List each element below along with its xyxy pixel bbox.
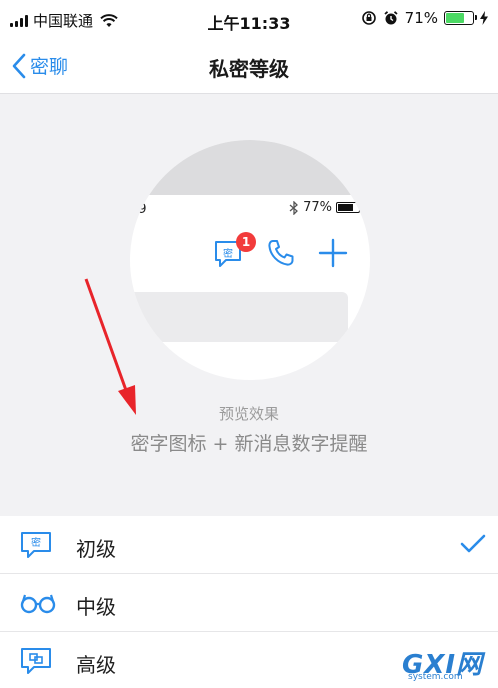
- glasses-icon: [20, 589, 56, 617]
- preview-time: 59: [130, 202, 147, 217]
- watermark-subtext: system.com: [408, 672, 463, 682]
- battery-icon: [444, 11, 477, 25]
- checkmark-icon: [460, 534, 486, 553]
- option-medium-label: 中级: [76, 595, 116, 619]
- status-bar: 中国联通 上午11:33 71%: [0, 0, 498, 40]
- unread-badge: 1: [236, 232, 256, 252]
- preview-toolbar: 密 1: [130, 232, 370, 272]
- option-medium[interactable]: 中级: [0, 574, 498, 632]
- battery-fill: [446, 13, 465, 23]
- option-basic-icon-char: 密: [31, 536, 41, 549]
- preview-battery-fill: [338, 204, 354, 211]
- preview-caption: 预览效果: [218, 405, 279, 423]
- status-right: 71%: [361, 9, 488, 27]
- phone-icon: [268, 240, 294, 266]
- preview-area: 59 77% 密 1 预览效果 密字图标 + 新消息数字提醒: [0, 95, 498, 515]
- preview-battery-percent: 77%: [303, 200, 332, 215]
- battery-percent: 71%: [404, 9, 438, 27]
- alarm-icon: [384, 11, 398, 25]
- nav-bar: 密聊 私密等级: [0, 40, 498, 94]
- option-basic[interactable]: 密 初级: [0, 516, 498, 574]
- secure-chat-icon: [20, 647, 52, 675]
- option-advanced-label: 高级: [76, 653, 116, 677]
- rotation-lock-icon: [361, 11, 376, 25]
- option-basic-label: 初级: [76, 537, 116, 561]
- charging-icon: [480, 11, 488, 25]
- secret-message-icon: 密: [20, 531, 52, 559]
- preview-header: [130, 140, 370, 195]
- preview-description: 密字图标 + 新消息数字提醒: [130, 433, 368, 455]
- preview-battery-icon: [336, 202, 363, 213]
- bluetooth-icon: [289, 200, 299, 215]
- plus-icon: [318, 238, 348, 268]
- watermark-logo: GXI网 system.com: [402, 644, 492, 684]
- preview-status-right: 77%: [289, 200, 363, 215]
- page-title: 私密等级: [209, 57, 289, 81]
- preview-chat-row: [130, 292, 348, 342]
- preview-status-bar: 59 77%: [130, 198, 370, 220]
- preview-circle: 59 77% 密 1: [130, 140, 370, 380]
